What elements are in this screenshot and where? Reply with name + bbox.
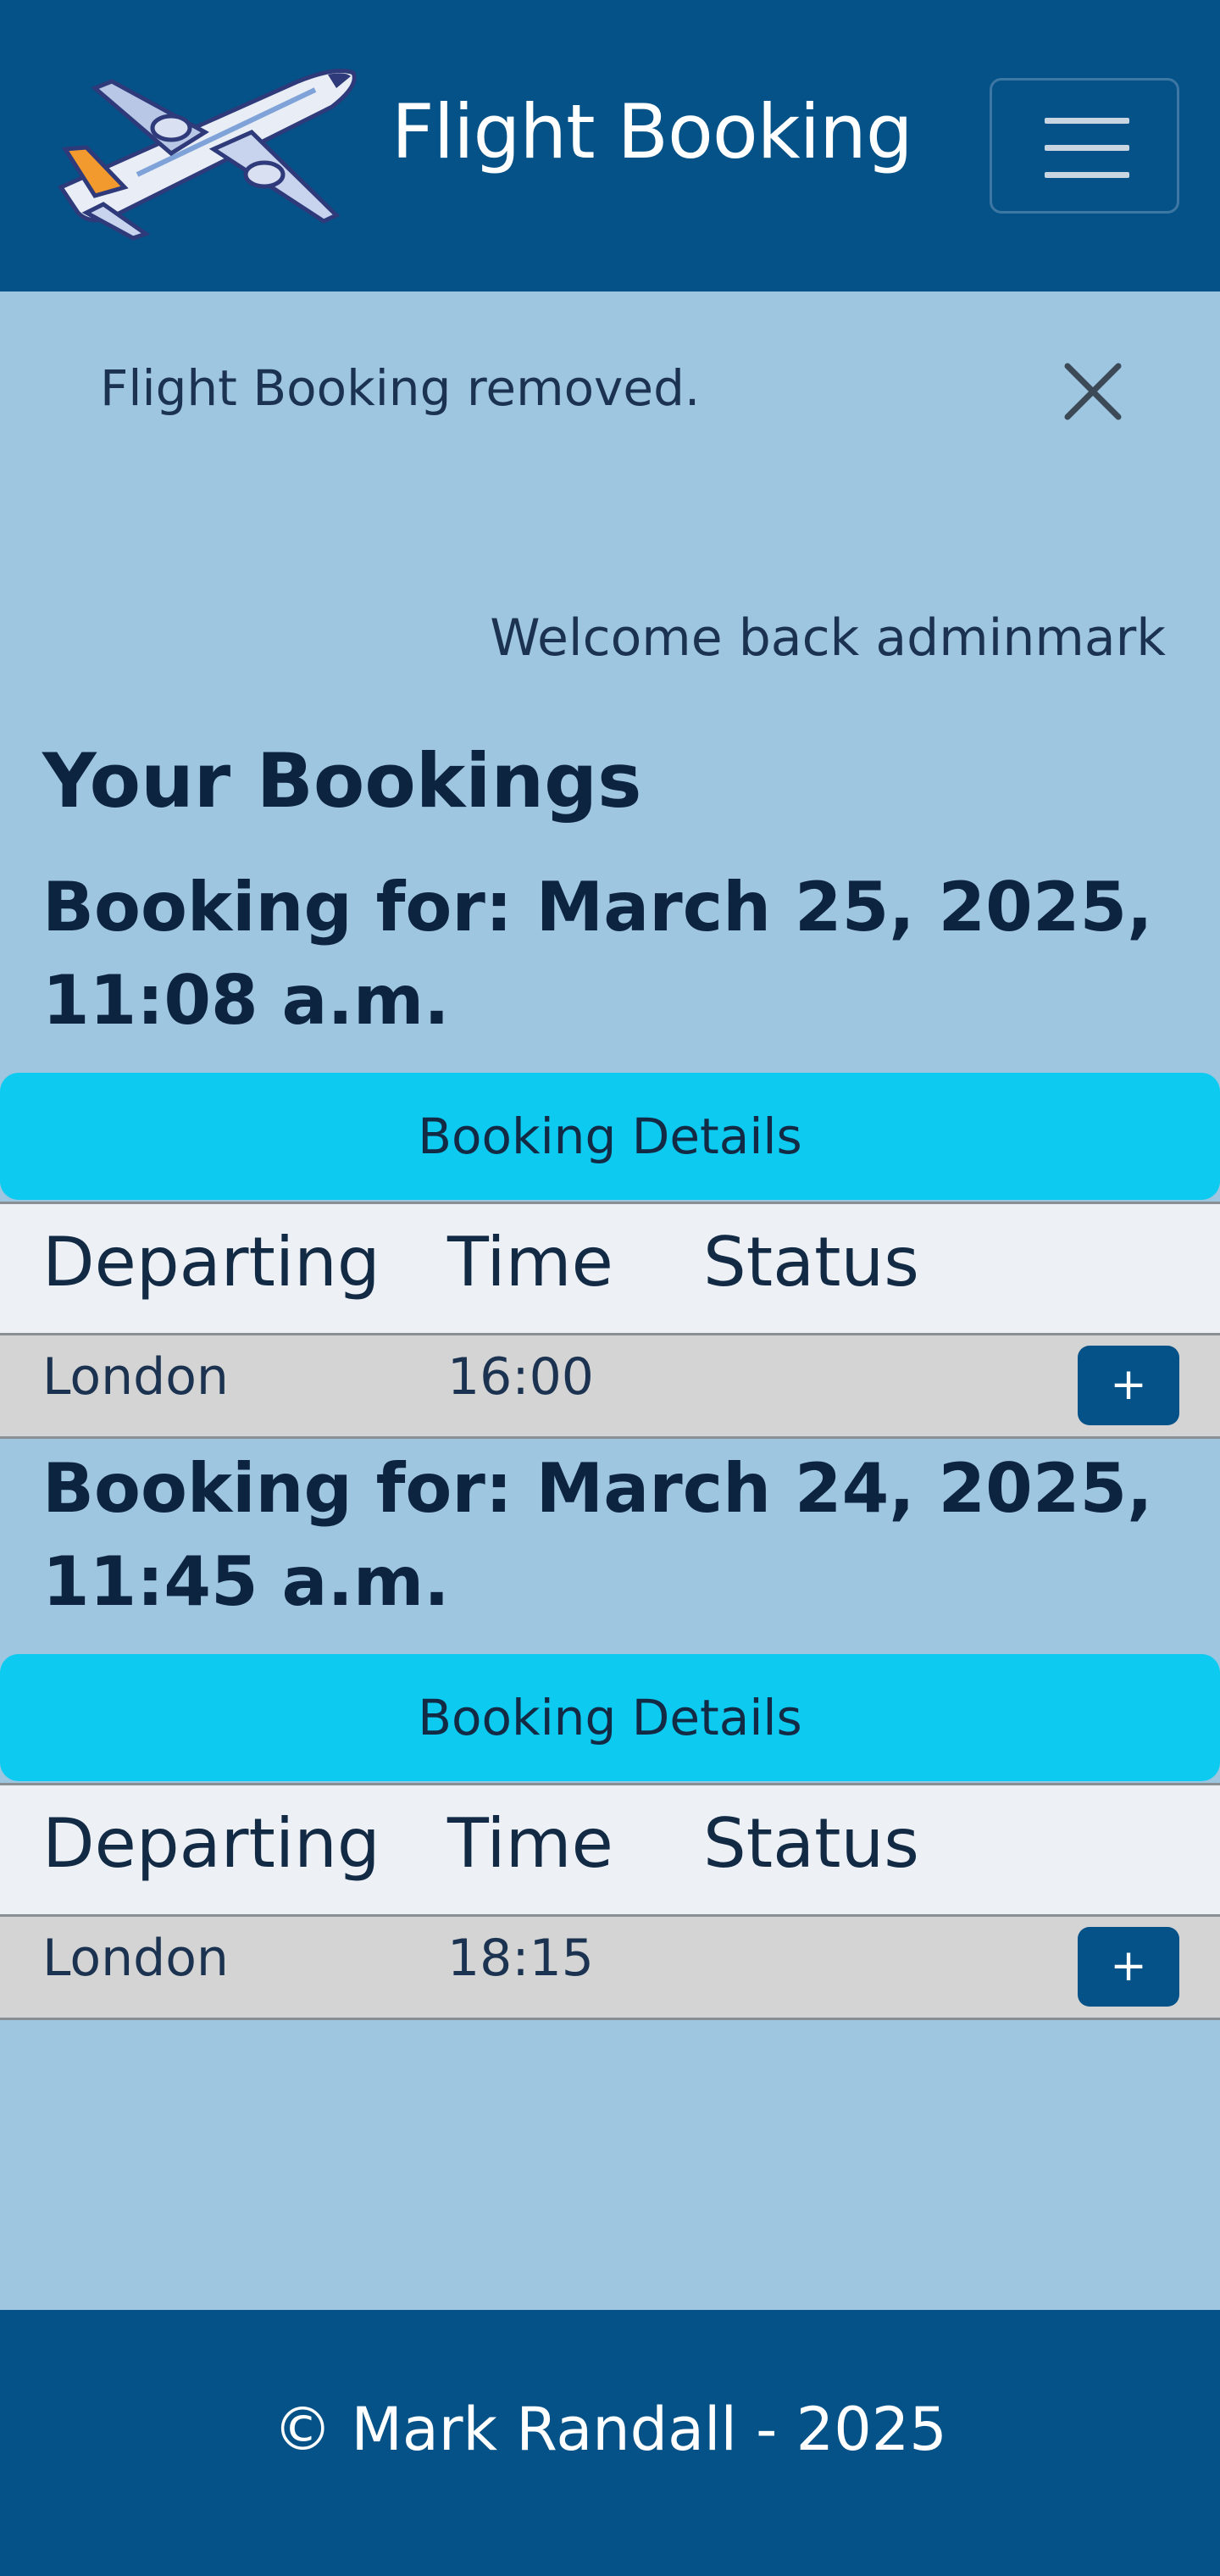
time-cell: 16:00: [447, 1347, 594, 1407]
navbar: Flight Booking: [0, 0, 1220, 291]
copyright-icon: ©: [273, 2395, 333, 2464]
airplane-icon[interactable]: [44, 47, 366, 242]
table-row: London 16:00 +: [0, 1335, 1220, 1439]
column-header-status: Status: [703, 1804, 919, 1883]
table-header: Departing Time Status: [0, 1202, 1220, 1335]
column-header-time: Time: [447, 1223, 613, 1302]
time-cell: 18:15: [447, 1929, 594, 1988]
column-header-time: Time: [447, 1804, 613, 1883]
column-header-status: Status: [703, 1223, 919, 1302]
footer-copyright: © Mark Randall - 2025: [273, 2395, 947, 2464]
booking-details-button[interactable]: Booking Details: [0, 1654, 1220, 1781]
table-row: London 18:15 +: [0, 1917, 1220, 2020]
departing-cell: London: [42, 1929, 229, 1988]
navbar-toggle-button[interactable]: [990, 78, 1179, 214]
page-title: Your Bookings: [42, 737, 642, 824]
footer: © Mark Randall - 2025: [0, 2310, 1220, 2576]
column-header-departing: Departing: [42, 1804, 380, 1883]
welcome-text: Welcome back adminmark: [490, 608, 1166, 668]
brand-title[interactable]: Flight Booking: [391, 88, 913, 175]
expand-booking-button[interactable]: +: [1078, 1927, 1179, 2007]
table-header: Departing Time Status: [0, 1783, 1220, 1917]
column-header-departing: Departing: [42, 1223, 380, 1302]
departing-cell: London: [42, 1347, 229, 1407]
alert-text: Flight Booking removed.: [100, 359, 701, 417]
booking-details-button[interactable]: Booking Details: [0, 1073, 1220, 1200]
booking-title: Booking for: March 25, 2025, 11:08 a.m.: [42, 868, 1153, 1040]
booking-title: Booking for: March 24, 2025, 11:45 a.m.: [42, 1449, 1153, 1621]
expand-booking-button[interactable]: +: [1078, 1346, 1179, 1425]
close-icon[interactable]: [1059, 358, 1127, 425]
